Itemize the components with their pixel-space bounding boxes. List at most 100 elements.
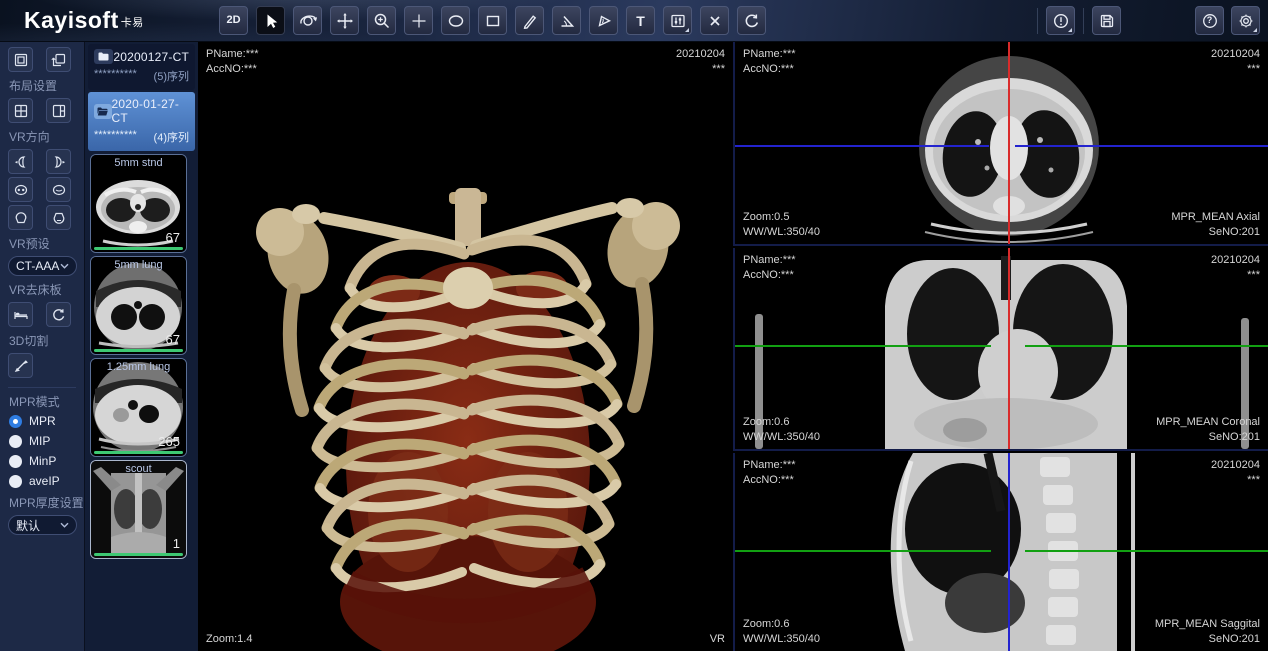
tool-delete-button[interactable] xyxy=(700,6,729,35)
vr-head-right-button[interactable] xyxy=(46,149,71,174)
toolbar-right-group: ? xyxy=(1195,6,1260,35)
layout-button-row xyxy=(8,47,84,72)
radio-label: MinP xyxy=(29,454,56,468)
vr-head-bottom-button[interactable] xyxy=(46,205,71,230)
settings-button[interactable] xyxy=(1231,6,1260,35)
layout-single-button[interactable] xyxy=(8,47,33,72)
thumbnail-image-count: 265 xyxy=(158,434,180,449)
pointer-icon xyxy=(262,12,280,30)
grid-2x2-icon xyxy=(13,103,29,119)
thumbnail-5mm-lung[interactable]: 5mm lung 67 xyxy=(90,256,187,355)
vr-preset-select[interactable]: CT-AAA xyxy=(8,256,77,276)
rectangle-icon xyxy=(484,12,502,30)
tool-zoom-button[interactable] xyxy=(367,6,396,35)
2d-icon: 2D xyxy=(226,15,240,26)
question-glyph: ? xyxy=(1207,16,1213,25)
tool-pointer-button[interactable] xyxy=(256,6,285,35)
tool-cobb-angle-button[interactable] xyxy=(589,6,618,35)
thumbnail-1-25mm-lung[interactable]: 1.25mm lung 265 xyxy=(90,358,187,457)
series-item-2-selected[interactable]: 2020-01-27-CT ********** (4)序列 xyxy=(88,92,195,151)
vr-head-top-button[interactable] xyxy=(8,205,33,230)
folder-icon xyxy=(94,49,113,64)
thumbnail-label: 1.25mm lung xyxy=(91,361,186,373)
layout-1-2-icon xyxy=(51,103,67,119)
radio-icon xyxy=(9,455,22,468)
bed-icon xyxy=(13,307,29,323)
window-level-icon xyxy=(669,12,687,30)
vr-head-front-button[interactable] xyxy=(8,177,33,202)
viewport-mpr-sagittal[interactable]: PName:*** AccNO:*** 20210204 *** Zoom:0.… xyxy=(733,453,1268,651)
layout-swap-icon xyxy=(51,52,67,68)
tool-window-level-button[interactable] xyxy=(663,6,692,35)
tool-crosshair-button[interactable] xyxy=(404,6,433,35)
viewport-mpr-coronal[interactable]: PName:*** AccNO:*** 20210204 *** Zoom:0.… xyxy=(733,248,1268,451)
viewport-mpr-axial[interactable]: PName:*** AccNO:*** 20210204 *** Zoom:0.… xyxy=(733,42,1268,246)
mpr-mode-option-minp[interactable]: MinP xyxy=(9,454,84,468)
ellipse-icon xyxy=(447,12,465,30)
vr-head-left-button[interactable] xyxy=(8,149,33,174)
layout-grid-2x2-button[interactable] xyxy=(8,98,33,123)
axial-series-overlay: MPR_MEAN Axial SeNO:201 xyxy=(1171,210,1260,240)
head-front-icon xyxy=(13,182,29,198)
mpr-mode-option-mpr[interactable]: MPR xyxy=(9,414,84,428)
sagittal-zoom-overlay: Zoom:0.6 WW/WL:350/40 xyxy=(743,617,820,647)
mpr-mode-option-mip[interactable]: MIP xyxy=(9,434,84,448)
vr-remove-bed-label: VR去床板 xyxy=(9,281,84,298)
pan-icon xyxy=(336,12,354,30)
mpr-thickness-value: 默认 xyxy=(16,517,40,534)
thumbnail-5mm-stnd[interactable]: 5mm stnd 67 xyxy=(90,154,187,253)
vr-volume-render xyxy=(198,42,733,651)
folder-open-icon xyxy=(94,104,112,119)
mpr-mode-option-aveip[interactable]: aveIP xyxy=(9,474,84,488)
tool-info-button[interactable] xyxy=(1046,6,1075,35)
reset-icon xyxy=(743,12,761,30)
text-icon: T xyxy=(636,14,645,28)
remove-bed-button[interactable] xyxy=(8,302,33,327)
tool-2d-button[interactable]: 2D xyxy=(219,6,248,35)
vr-bed-row xyxy=(8,302,84,327)
thumbnail-image-count: 67 xyxy=(166,332,180,347)
scalpel-button[interactable] xyxy=(8,353,33,378)
tool-angle-button[interactable] xyxy=(552,6,581,35)
app-logo: Kayisoft卡易 xyxy=(0,7,198,34)
layout-settings-label: 布局设置 xyxy=(9,77,84,94)
toolbar-divider xyxy=(1037,8,1038,34)
save-icon xyxy=(1098,12,1116,30)
vr-patient-overlay: PName:*** AccNO:*** xyxy=(206,47,259,77)
vr-direction-row-2 xyxy=(8,177,84,202)
thumbnail-image-count: 67 xyxy=(166,230,180,245)
bed-reset-button[interactable] xyxy=(46,302,71,327)
viewport-vr[interactable]: PName:*** AccNO:*** 20210204 *** Zoom:1.… xyxy=(198,42,733,651)
tool-text-button[interactable]: T xyxy=(626,6,655,35)
tool-pan-button[interactable] xyxy=(330,6,359,35)
sidebar-divider xyxy=(8,387,76,388)
head-left-icon xyxy=(13,154,29,170)
tool-button-row: 2D T xyxy=(219,6,1268,35)
layout-1-plus-2-button[interactable] xyxy=(46,98,71,123)
tool-measure-button[interactable] xyxy=(515,6,544,35)
logo-text: Kayisoft xyxy=(24,7,119,33)
help-button[interactable]: ? xyxy=(1195,6,1224,35)
tool-reset-button[interactable] xyxy=(737,6,766,35)
series-count: (4)序列 xyxy=(154,129,189,145)
radio-label: aveIP xyxy=(29,474,60,488)
tool-save-button[interactable] xyxy=(1092,6,1121,35)
series-masked-id: ********** xyxy=(94,68,137,84)
coronal-series-overlay: MPR_MEAN Coronal SeNO:201 xyxy=(1156,415,1260,445)
tool-ellipse-button[interactable] xyxy=(441,6,470,35)
radio-icon xyxy=(9,475,22,488)
layout-swap-button[interactable] xyxy=(46,47,71,72)
series-item-1[interactable]: 20200127-CT ********** (5)序列 xyxy=(88,44,195,90)
tool-rectangle-button[interactable] xyxy=(478,6,507,35)
coronal-zoom-overlay: Zoom:0.6 WW/WL:350/40 xyxy=(743,415,820,445)
sagittal-patient-overlay: PName:*** AccNO:*** xyxy=(743,458,796,488)
series-count: (5)序列 xyxy=(154,68,189,84)
thumbnail-scout[interactable]: scout 1 xyxy=(90,460,187,559)
thumbnail-label: 5mm lung xyxy=(91,259,186,271)
axial-zoom-overlay: Zoom:0.5 WW/WL:350/40 xyxy=(743,210,820,240)
gear-icon xyxy=(1237,12,1255,30)
tool-rotate-3d-button[interactable] xyxy=(293,6,322,35)
thumbnail-label: scout xyxy=(91,463,186,475)
vr-head-back-button[interactable] xyxy=(46,177,71,202)
mpr-thickness-select[interactable]: 默认 xyxy=(8,515,77,535)
